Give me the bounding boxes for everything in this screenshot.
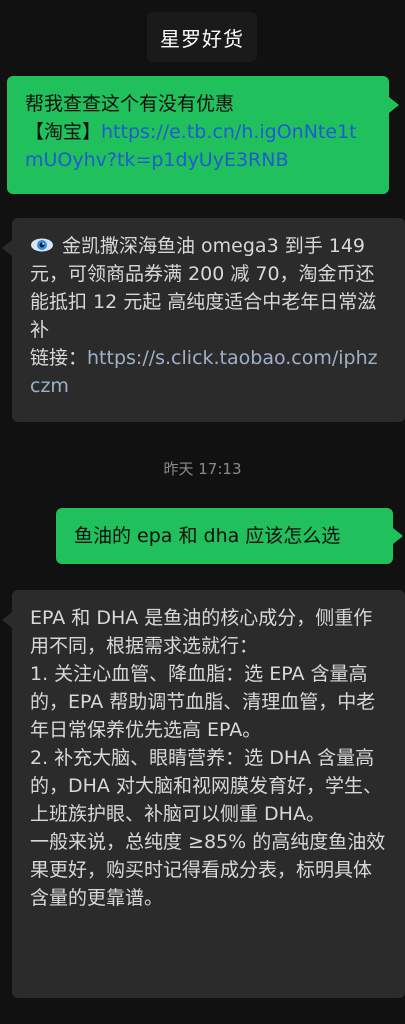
bubble-tail [389, 97, 399, 113]
incoming-message-1[interactable]: 金凯撒深海鱼油 omega3 到手 149元，可领商品券满 200 减 70，淘… [12, 218, 405, 422]
bubble-tail [2, 240, 12, 256]
outgoing-message-2[interactable]: 鱼油的 epa 和 dha 应该怎么选 [56, 508, 393, 564]
eye-icon [31, 238, 53, 252]
chat-title-container[interactable]: 星罗好货 [147, 12, 257, 62]
bubble-tail [393, 528, 403, 544]
message-text: 帮我查查这个有没有优惠 [25, 93, 235, 115]
chat-header: 星罗好货 [0, 0, 405, 70]
incoming-message-2[interactable]: EPA 和 DHA 是鱼油的核心成分，侧重作用不同，根据需求选就行： 1. 关注… [12, 590, 405, 998]
message-timestamp: 昨天 17:13 [163, 460, 242, 478]
message-source-label: 【淘宝】 [25, 121, 102, 143]
link-label: 链接： [30, 347, 88, 369]
chat-title: 星罗好货 [160, 26, 244, 51]
message-text: 金凯撒深海鱼油 omega3 到手 149元，可领商品券满 200 减 70，淘… [30, 235, 377, 341]
bubble-tail [2, 612, 12, 628]
message-text: EPA 和 DHA 是鱼油的核心成分，侧重作用不同，根据需求选就行： 1. 关注… [30, 607, 386, 909]
message-text: 鱼油的 epa 和 dha 应该怎么选 [74, 525, 341, 547]
outgoing-message-1[interactable]: 帮我查查这个有没有优惠 【淘宝】https://e.tb.cn/h.igOnNt… [7, 76, 389, 194]
